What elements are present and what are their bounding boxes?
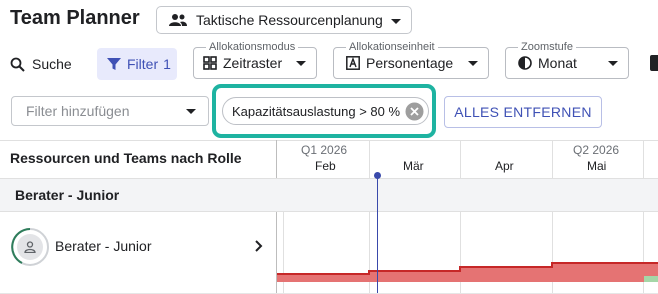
chevron-down-icon <box>296 61 306 66</box>
view-select[interactable]: Taktische Ressourcenplanung <box>156 6 412 34</box>
today-marker-line <box>377 175 378 294</box>
active-filter-chip[interactable]: Kapazitätsauslastung > 80 % <box>222 97 429 125</box>
filter-funnel-icon <box>107 58 121 70</box>
add-filter-field[interactable] <box>24 102 178 120</box>
month-divider <box>369 140 370 178</box>
page-title: Team Planner <box>10 7 140 29</box>
month-divider <box>643 140 644 178</box>
people-icon <box>169 14 187 26</box>
grid-column-title: Ressourcen und Teams nach Rolle <box>10 150 242 166</box>
month-divider <box>460 140 461 178</box>
view-select-label: Taktische Ressourcenplanung <box>196 12 383 28</box>
allocation-mode-value: Zeitraster <box>223 55 283 71</box>
allocation-unit-value: Personentage <box>366 55 454 71</box>
more-options-icon[interactable] <box>650 55 658 71</box>
zoom-value: Monat <box>538 55 577 71</box>
filter-label: Filter <box>127 56 159 72</box>
filter-count-badge: 1 <box>163 56 171 72</box>
letter-a-box-icon <box>346 56 360 70</box>
clear-all-filters-button[interactable]: ALLES ENTFERNEN <box>444 96 602 128</box>
month-label: Mär <box>403 159 424 173</box>
search-icon <box>10 57 25 72</box>
allocation-unit-select[interactable]: Allokationseinheit Personentage <box>333 40 489 79</box>
over-capacity-area <box>277 263 658 282</box>
chevron-down-icon <box>186 109 196 114</box>
allocation-unit-legend: Allokationseinheit <box>346 40 438 54</box>
half-circle-icon <box>518 56 532 70</box>
group-label: Berater - Junior <box>15 187 120 203</box>
month-label: Feb <box>315 159 336 173</box>
active-filter-label: Kapazitätsauslastung > 80 % <box>232 103 401 119</box>
under-capacity-band <box>644 276 658 282</box>
zoom-legend: Zoomstufe <box>518 40 576 54</box>
close-icon[interactable] <box>405 102 424 121</box>
zoom-select[interactable]: Zoomstufe Monat <box>505 40 629 79</box>
allocation-mode-legend: Allokationsmodus <box>206 40 299 54</box>
search-label: Suche <box>32 56 72 72</box>
filter-button[interactable]: Filter 1 <box>97 48 177 80</box>
quarter-label: Q1 2026 <box>301 143 348 157</box>
utilization-chart <box>277 262 658 282</box>
month-divider <box>552 140 553 178</box>
chevron-down-icon <box>468 61 478 66</box>
add-filter-input[interactable] <box>11 96 209 126</box>
month-label: Apr <box>495 159 514 173</box>
chevron-down-icon <box>391 19 401 24</box>
month-label: Mai <box>587 159 607 173</box>
chevron-down-icon <box>608 61 618 66</box>
avatar[interactable] <box>17 234 43 260</box>
search-button[interactable]: Suche <box>10 50 72 78</box>
chevron-right-icon[interactable] <box>254 239 264 253</box>
grid-icon <box>203 56 217 70</box>
quarter-label: Q2 2026 <box>573 143 620 157</box>
resource-label[interactable]: Berater - Junior <box>55 238 151 254</box>
header-divider <box>0 140 658 141</box>
allocation-mode-select[interactable]: Allokationsmodus Zeitraster <box>193 40 317 79</box>
today-marker-dot <box>374 172 381 179</box>
person-icon <box>24 241 36 253</box>
